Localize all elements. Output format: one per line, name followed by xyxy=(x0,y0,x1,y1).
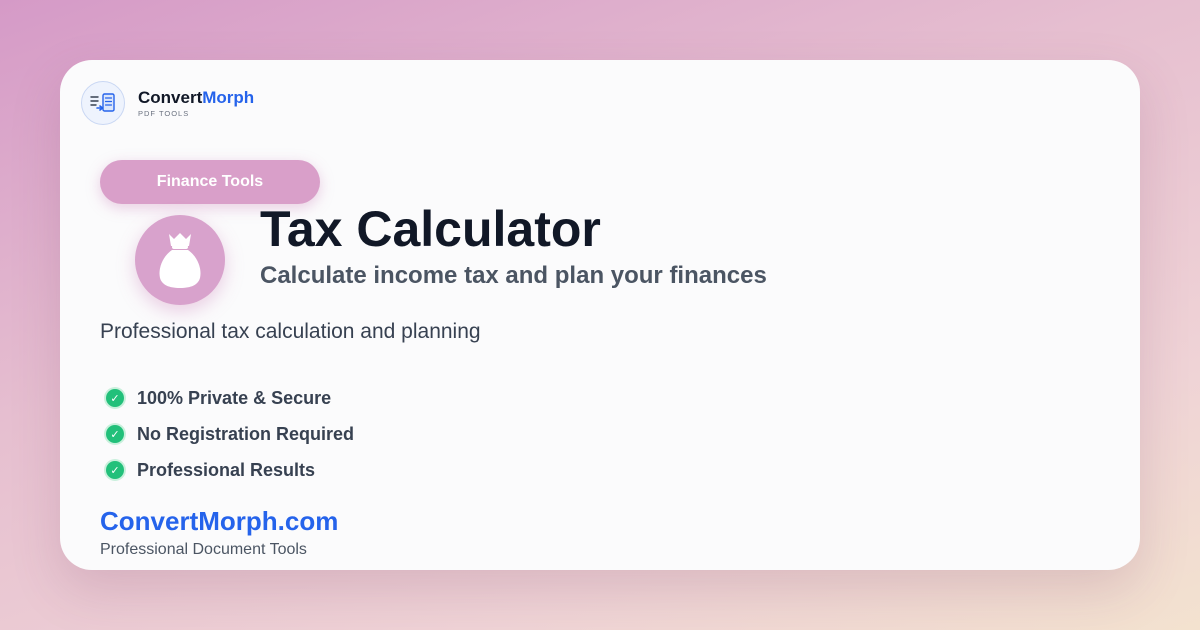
page-subtitle: Calculate income tax and plan your finan… xyxy=(260,262,767,289)
money-bag-icon xyxy=(135,215,225,305)
check-circle-icon: ✓ xyxy=(106,389,124,407)
page-title: Tax Calculator xyxy=(260,201,601,257)
brand-subtitle: PDF TOOLS xyxy=(138,109,190,118)
feature-label: 100% Private & Secure xyxy=(137,387,332,408)
feature-list: ✓ 100% Private & Secure ✓ No Registratio… xyxy=(104,380,354,488)
brand-name: ConvertMorph xyxy=(138,88,254,108)
site-link[interactable]: ConvertMorph.com xyxy=(100,505,338,537)
preview-card: ConvertMorph PDF TOOLS Finance Tools Tax… xyxy=(60,60,1140,570)
brand-name-primary: Convert xyxy=(138,88,203,107)
feature-label: Professional Results xyxy=(137,459,316,480)
feature-item: ✓ 100% Private & Secure xyxy=(104,380,354,416)
tool-description: Professional tax calculation and plannin… xyxy=(100,320,481,343)
feature-item: ✓ Professional Results xyxy=(104,452,354,488)
check-circle-icon: ✓ xyxy=(106,425,124,443)
check-circle-icon: ✓ xyxy=(106,461,124,479)
feature-item: ✓ No Registration Required xyxy=(104,416,354,452)
brand-name-accent: Morph xyxy=(202,88,255,107)
site-tagline: Professional Document Tools xyxy=(100,541,307,558)
brand-text: ConvertMorph PDF TOOLS xyxy=(138,88,254,118)
feature-label: No Registration Required xyxy=(137,423,355,444)
document-convert-icon xyxy=(81,81,125,125)
brand-header[interactable]: ConvertMorph PDF TOOLS xyxy=(81,81,254,125)
category-badge: Finance Tools xyxy=(100,160,320,204)
